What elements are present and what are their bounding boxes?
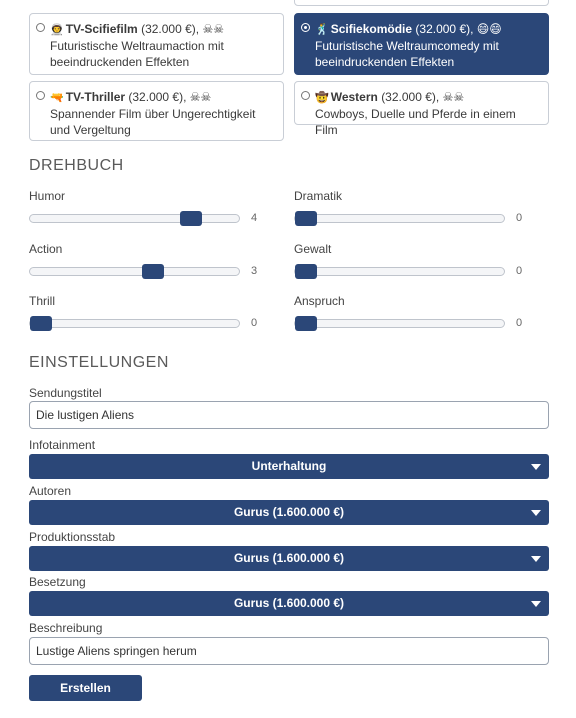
slider-track-humor[interactable] <box>29 211 240 226</box>
sendungstitel-input[interactable] <box>29 401 549 429</box>
slider-label-anspruch: Anspruch <box>294 294 345 308</box>
label-produktionsstab: Produktionsstab <box>29 530 116 544</box>
genre-name: Western <box>330 90 378 104</box>
slider-label-thrill: Thrill <box>29 294 55 308</box>
chevron-down-icon <box>531 464 541 470</box>
beschreibung-input[interactable] <box>29 637 549 665</box>
dancer-icon: 🕺 <box>315 24 329 36</box>
slider-handle-dramatik[interactable] <box>295 211 317 226</box>
genre-card-partial-right <box>294 0 549 6</box>
slider-value-dramatik: 0 <box>516 212 523 224</box>
slider-track-anspruch[interactable] <box>294 316 505 331</box>
genre-price: (32.000 €), <box>141 22 200 36</box>
label-autoren: Autoren <box>29 484 72 498</box>
genre-rating-laugh-icon: 😄😄 <box>476 22 502 36</box>
label-besetzung: Besetzung <box>29 575 86 589</box>
genre-card-tv-thriller[interactable]: 🔫 TV-Thriller (32.000 €), ☠☠ Spannender F… <box>29 81 284 141</box>
slider-label-gewalt: Gewalt <box>294 242 332 256</box>
cowboy-icon: 🤠 <box>315 92 329 104</box>
chevron-down-icon <box>531 556 541 562</box>
genre-price: (32.000 €), <box>128 90 187 104</box>
genre-price: (32.000 €), <box>415 22 474 36</box>
slider-value-action: 3 <box>251 265 258 277</box>
slider-value-gewalt: 0 <box>516 265 523 277</box>
genre-name: TV-Thriller <box>65 90 126 104</box>
genre-description: Futuristische Weltraumcomedy mit beeindr… <box>315 39 499 69</box>
label-infotainment: Infotainment <box>29 438 96 452</box>
genre-name: TV-Scifiefilm <box>65 22 138 36</box>
genre-rating-skull-icon: ☠☠ <box>442 90 465 104</box>
genre-card-scifiekomoedie[interactable]: 🕺 Scifiekomödie (32.000 €), 😄😄 Futuristis… <box>294 13 549 75</box>
label-beschreibung: Beschreibung <box>29 621 103 635</box>
slider-value-humor: 4 <box>251 212 258 224</box>
besetzung-value: Gurus (1.600.000 €) <box>233 596 345 610</box>
autoren-value: Gurus (1.600.000 €) <box>233 505 345 519</box>
autoren-select[interactable]: Gurus (1.600.000 €) <box>29 500 549 525</box>
genre-description: Futuristische Weltraumaction mit beeindr… <box>50 39 224 69</box>
slider-track-action[interactable] <box>29 264 240 279</box>
slider-handle-anspruch[interactable] <box>295 316 317 331</box>
genre-description: Cowboys, Duelle und Pferde in einem Film <box>315 107 516 137</box>
slider-track-dramatik[interactable] <box>294 211 505 226</box>
slider-value-anspruch: 0 <box>516 317 523 329</box>
slider-handle-action[interactable] <box>142 264 165 279</box>
label-sendungstitel: Sendungstitel <box>29 386 102 400</box>
chevron-down-icon <box>531 510 541 516</box>
slider-label-dramatik: Dramatik <box>294 189 343 203</box>
slider-handle-thrill[interactable] <box>30 316 52 331</box>
genre-rating-skull-icon: ☠☠ <box>202 22 224 36</box>
genre-name: Scifiekomödie <box>330 22 413 36</box>
infotainment-value: Unterhaltung <box>251 459 327 473</box>
radio-western[interactable] <box>301 91 310 100</box>
slider-label-action: Action <box>29 242 63 256</box>
produktionsstab-select[interactable]: Gurus (1.600.000 €) <box>29 546 549 571</box>
besetzung-select[interactable]: Gurus (1.600.000 €) <box>29 591 549 616</box>
erstellen-button[interactable]: Erstellen <box>29 675 142 701</box>
slider-handle-gewalt[interactable] <box>295 264 317 279</box>
genre-price: (32.000 €), <box>381 90 440 104</box>
radio-tv-thriller[interactable] <box>36 91 45 100</box>
produktionsstab-value: Gurus (1.600.000 €) <box>233 551 345 565</box>
chevron-down-icon <box>531 601 541 607</box>
genre-description: Spannender Film über Ungerechtigkeit und… <box>50 107 256 137</box>
slider-track-thrill[interactable] <box>29 316 240 331</box>
slider-value-thrill: 0 <box>251 317 258 329</box>
astronaut-icon: 👨‍🚀 <box>50 24 64 36</box>
infotainment-select[interactable]: Unterhaltung <box>29 454 549 479</box>
section-title-einstellungen: EINSTELLUNGEN <box>29 354 169 371</box>
genre-card-tv-scifiefilm[interactable]: 👨‍🚀 TV-Scifiefilm (32.000 €), ☠☠ Futurist… <box>29 13 284 75</box>
section-title-drehbuch: DREHBUCH <box>29 157 124 174</box>
slider-track-gewalt[interactable] <box>294 264 505 279</box>
gun-icon: 🔫 <box>50 92 64 104</box>
genre-card-western[interactable]: 🤠 Western (32.000 €), ☠☠ Cowboys, Duelle … <box>294 81 549 137</box>
slider-handle-humor[interactable] <box>179 211 202 226</box>
slider-label-humor: Humor <box>29 189 66 203</box>
genre-rating-skull-icon: ☠☠ <box>189 90 212 104</box>
radio-scifiekomoedie[interactable] <box>301 23 310 32</box>
radio-tv-scifiefilm[interactable] <box>36 23 45 32</box>
